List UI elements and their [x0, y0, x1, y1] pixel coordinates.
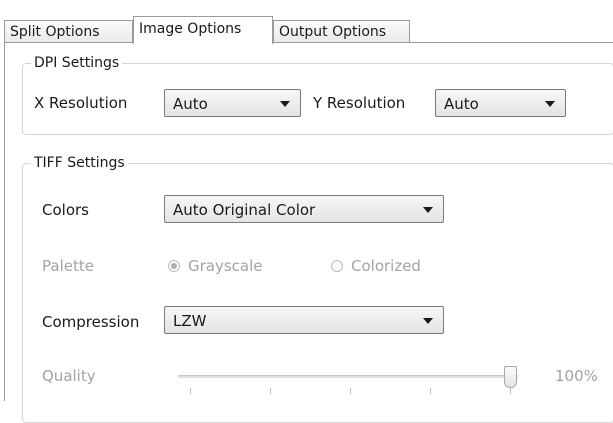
tiff-settings-title: TIFF Settings	[31, 154, 128, 172]
image-options-panel: DPI Settings X Resolution Auto Y Resolut…	[4, 43, 613, 423]
quality-label: Quality	[42, 367, 96, 385]
slider-tick	[270, 388, 271, 394]
compression-select[interactable]: LZW	[164, 306, 444, 334]
y-resolution-label: Y Resolution	[313, 94, 406, 112]
colorized-radio[interactable]	[331, 260, 343, 272]
grayscale-radio[interactable]	[168, 260, 180, 272]
colorized-label: Colorized	[351, 257, 421, 275]
chevron-down-icon	[280, 101, 290, 107]
tiff-settings-group: TIFF Settings Colors Auto Original Color…	[22, 154, 613, 423]
quality-slider-track	[178, 375, 518, 378]
colors-value: Auto Original Color	[173, 201, 316, 219]
grayscale-label: Grayscale	[188, 257, 263, 275]
tab-image-options[interactable]: Image Options	[133, 16, 273, 44]
chevron-down-icon	[423, 318, 433, 324]
compression-label: Compression	[42, 313, 140, 331]
chevron-down-icon	[545, 101, 555, 107]
slider-tick	[510, 388, 511, 394]
colors-select[interactable]: Auto Original Color	[164, 195, 444, 223]
tab-output-options[interactable]: Output Options	[273, 20, 410, 42]
dpi-settings-title: DPI Settings	[31, 54, 123, 72]
x-resolution-label: X Resolution	[34, 94, 128, 112]
tab-split-options[interactable]: Split Options	[4, 20, 133, 42]
colors-label: Colors	[42, 201, 89, 219]
dpi-settings-group: DPI Settings X Resolution Auto Y Resolut…	[22, 54, 613, 135]
y-resolution-select[interactable]: Auto	[435, 89, 566, 117]
slider-tick	[190, 388, 191, 394]
x-resolution-select[interactable]: Auto	[164, 89, 301, 117]
radio-selected-dot	[171, 263, 177, 269]
y-resolution-value: Auto	[444, 95, 479, 113]
palette-label: Palette	[42, 257, 94, 275]
quality-value: 100%	[555, 367, 598, 385]
slider-tick	[350, 388, 351, 394]
quality-slider[interactable]	[178, 364, 518, 394]
chevron-down-icon	[423, 207, 433, 213]
slider-tick	[430, 388, 431, 394]
tab-bar: Split Options Image Options Output Optio…	[4, 16, 613, 44]
x-resolution-value: Auto	[173, 95, 208, 113]
compression-value: LZW	[173, 312, 207, 330]
quality-slider-thumb[interactable]	[504, 366, 517, 388]
